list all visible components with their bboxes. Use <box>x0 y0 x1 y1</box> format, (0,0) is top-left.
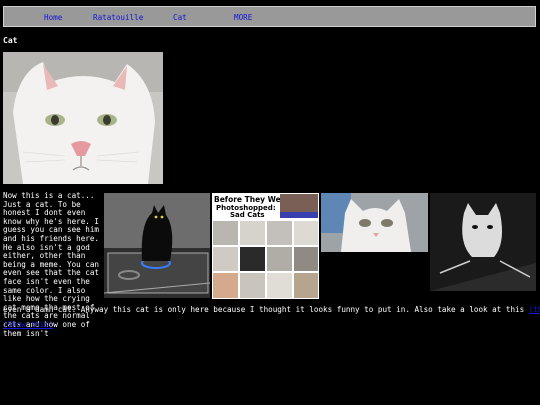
nav-link-home[interactable]: Home <box>44 13 62 22</box>
collage-title-line-1: Before They Were <box>214 195 290 204</box>
show-this-link[interactable]: (Show this) <box>3 320 53 329</box>
sad-cats-collage: Before They Were Photoshopped: Sad Cats <box>212 193 319 299</box>
nav-link-cat[interactable]: Cat <box>173 13 187 22</box>
nav-link-ratatouille[interactable]: Ratatouille <box>93 13 143 22</box>
nav-link-more[interactable]: MORE <box>234 13 252 22</box>
description-paragraph: Now this is a cat... Just a cat. To be h… <box>3 191 100 338</box>
white-cat-photo <box>3 52 163 184</box>
black-cat-stove-photo <box>104 193 210 298</box>
top-nav-bar: Home Ratatouille Cat MORE <box>3 6 536 27</box>
page-title: Cat <box>3 36 18 45</box>
collage-title-line-3: Sad Cats <box>230 211 265 219</box>
description-paragraph-tail: even a damn cat. Anyway this cat is only… <box>3 305 540 315</box>
description-tail-text: even a damn cat. Anyway this cat is only… <box>3 305 529 314</box>
this-link[interactable]: (this) <box>529 305 540 314</box>
dark-cat-photo <box>430 193 536 291</box>
crying-cat-photo <box>321 193 428 252</box>
